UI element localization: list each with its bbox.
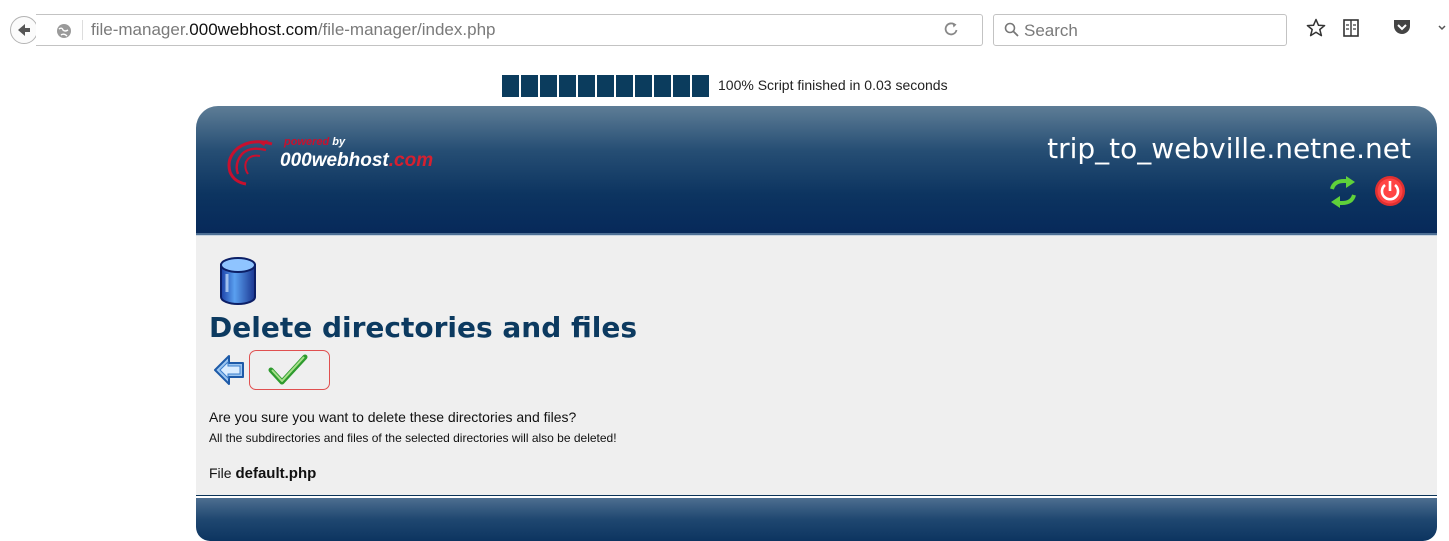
file-manager-panel: powered by 000webhost.com trip_to_webvil…: [196, 106, 1437, 541]
back-arrow-button[interactable]: [213, 353, 245, 387]
url-prefix: file-manager.: [91, 20, 190, 39]
refresh-icon[interactable]: [1326, 175, 1360, 209]
reload-icon[interactable]: [944, 21, 958, 41]
progress-segment: [578, 75, 595, 97]
power-icon[interactable]: [1374, 175, 1406, 207]
overflow-icon[interactable]: [1437, 18, 1447, 38]
database-icon: [220, 257, 256, 305]
search-icon: [1004, 22, 1019, 37]
url-bar[interactable]: file-manager.000webhost.com/file-manager…: [36, 14, 983, 46]
progress-segment: [559, 75, 576, 97]
progress-segment: [502, 75, 519, 97]
logo-by: by: [332, 136, 346, 148]
file-label: File: [209, 465, 232, 481]
globe-icon: [57, 24, 71, 38]
url-separator: [82, 20, 83, 40]
progress-segment: [692, 75, 709, 97]
panel-footer: [196, 498, 1437, 541]
back-button[interactable]: [10, 16, 38, 44]
pocket-icon[interactable]: [1392, 18, 1412, 36]
arrow-left-icon: [214, 355, 244, 385]
progress-segment: [597, 75, 614, 97]
page-title: Delete directories and files: [209, 311, 638, 344]
logo-domain: .com: [388, 150, 434, 171]
logo-text: 000webhost.com: [280, 150, 433, 172]
arrow-left-icon: [18, 24, 30, 36]
progress-segment: [635, 75, 652, 97]
browser-toolbar: file-manager.000webhost.com/file-manager…: [0, 0, 1449, 58]
bookmark-star-icon[interactable]: [1306, 18, 1326, 38]
progress-segment: [673, 75, 690, 97]
url-path: /file-manager/index.php: [317, 20, 496, 39]
dragon-logo-icon: [227, 140, 273, 186]
progress-segment: [540, 75, 557, 97]
panel-header: powered by 000webhost.com trip_to_webvil…: [196, 106, 1437, 233]
url-text[interactable]: file-manager.000webhost.com/file-manager…: [91, 20, 495, 40]
progress-bar: [502, 75, 711, 97]
logo-byline: powered by: [284, 136, 345, 148]
reading-list-icon[interactable]: [1342, 18, 1360, 38]
progress-text: 100% Script finished in 0.03 seconds: [718, 77, 948, 93]
file-name: default.php: [235, 465, 317, 482]
site-name: trip_to_webville.netne.net: [1047, 132, 1411, 165]
search-bar[interactable]: [993, 14, 1287, 46]
confirm-delete-button[interactable]: [249, 350, 330, 390]
logo-powered: powered: [284, 136, 330, 148]
warning-text: All the subdirectories and files of the …: [209, 431, 617, 445]
panel-body: Delete directories and files Are you sur…: [196, 236, 1437, 495]
file-line: File default.php: [209, 465, 316, 482]
progress-segment: [521, 75, 538, 97]
logo[interactable]: powered by 000webhost.com: [222, 136, 482, 186]
progress-segment: [654, 75, 671, 97]
search-input[interactable]: [1022, 19, 1276, 43]
confirm-question: Are you sure you want to delete these di…: [209, 409, 577, 425]
url-host: 000webhost.com: [189, 20, 318, 39]
checkmark-icon: [268, 354, 308, 385]
progress-segment: [616, 75, 633, 97]
logo-name: 000webhost: [280, 150, 389, 171]
